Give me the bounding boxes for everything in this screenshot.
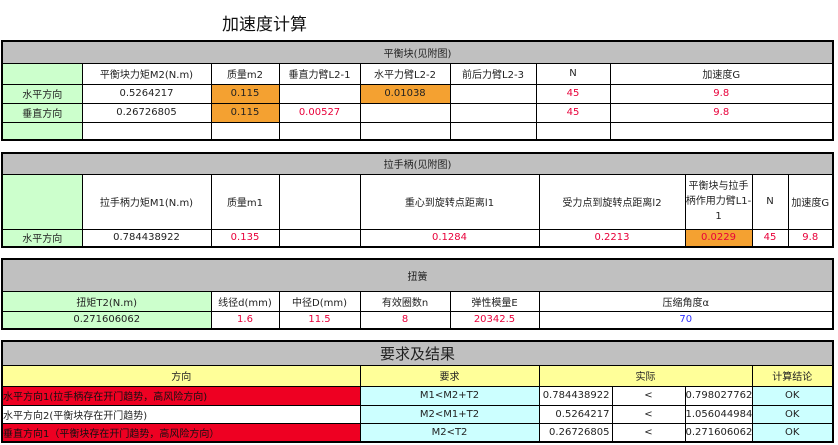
actual-right[interactable]: 0.271606062 (684, 422, 753, 443)
comparison-sign[interactable]: < (611, 385, 686, 406)
header-cell: 质量m2 (210, 62, 280, 85)
cell[interactable] (278, 121, 361, 141)
header-cell: N (535, 62, 611, 85)
actual-left[interactable]: 0.26726805 (538, 422, 613, 443)
cell[interactable]: 0.1284 (359, 228, 540, 248)
requirement-cell[interactable]: M2<T2 (359, 422, 540, 443)
cell[interactable]: 45 (751, 228, 789, 248)
cell[interactable]: 0.00527 (278, 102, 361, 123)
actual-right[interactable]: 0.798027762 (684, 385, 753, 406)
cell[interactable] (609, 121, 834, 141)
cell[interactable]: 9.8 (787, 228, 834, 248)
header-cell: 要求 (359, 364, 540, 387)
header-cell: 重心到旋转点距离l1 (359, 173, 540, 230)
cell[interactable] (449, 121, 537, 141)
section-header: 拉手柄(见附图) (1, 152, 834, 175)
cell[interactable]: 45 (535, 102, 611, 123)
cell[interactable] (449, 102, 537, 123)
balance-block-table: 平衡块(见附图) 平衡块力矩M2(N.m) 质量m2 垂直力臂L2-1 水平力臂… (1, 40, 834, 141)
actual-left[interactable]: 0.5264217 (538, 404, 613, 424)
cell[interactable]: 0.2213 (538, 228, 686, 248)
cell[interactable]: 20342.5 (449, 310, 540, 330)
row-label[interactable]: 水平方向 (1, 83, 83, 104)
requirement-cell[interactable]: M2<M1+T2 (359, 404, 540, 424)
header-cell: 计算结论 (751, 364, 834, 387)
header-cell: 水平力臂L2-2 (359, 62, 451, 85)
cell[interactable] (1, 121, 83, 141)
section-header: 要求及结果 (1, 340, 834, 366)
cell[interactable]: 9.8 (609, 83, 834, 104)
cell[interactable]: 11.5 (278, 310, 361, 330)
results-table: 要求及结果 方向 要求 实际 计算结论 水平方向1(拉手柄存在开门趋势，高风险方… (1, 340, 834, 443)
torsion-spring-table: 扭簧 扭矩T2(N.m) 线径d(mm) 中径D(mm) 有效圈数n 弹性模量E… (1, 258, 834, 330)
cell[interactable]: 45 (535, 83, 611, 104)
cell[interactable]: 1.6 (210, 310, 280, 330)
header-cell (1, 173, 83, 230)
header-cell: 质量m1 (210, 173, 280, 230)
header-cell: 扭矩T2(N.m) (1, 290, 212, 312)
cell[interactable] (278, 83, 361, 104)
header-cell: 弹性模量E (449, 290, 540, 312)
header-cell: 受力点到旋转点距离l2 (538, 173, 686, 230)
header-cell: 中径D(mm) (278, 290, 361, 312)
header-cell: 实际 (538, 364, 753, 387)
header-cell: 有效圈数n (359, 290, 451, 312)
header-cell: 加速度G (787, 173, 834, 230)
cell[interactable]: 0.0229 (684, 228, 753, 248)
header-cell: N (751, 173, 789, 230)
conclusion-cell[interactable]: OK (751, 404, 834, 424)
header-cell: 平衡块与拉手柄作用力臂L1-1 (684, 173, 753, 230)
direction-cell[interactable]: 垂直方向1（平衡块存在开门趋势，高风险方向） (1, 422, 361, 443)
conclusion-cell[interactable]: OK (751, 385, 834, 406)
cell[interactable]: 70 (538, 310, 834, 330)
actual-right[interactable]: 1.056044984 (684, 404, 753, 424)
header-cell (278, 173, 361, 230)
requirement-cell[interactable]: M1<M2+T2 (359, 385, 540, 406)
actual-left[interactable]: 0.784438922 (538, 385, 613, 406)
cell[interactable]: 8 (359, 310, 451, 330)
header-cell: 压缩角度α (538, 290, 834, 312)
row-label[interactable]: 垂直方向 (1, 102, 83, 123)
handle-table: 拉手柄(见附图) 拉手柄力矩M1(N.m) 质量m1 重心到旋转点距离l1 受力… (1, 152, 834, 248)
header-cell (1, 62, 83, 85)
row-label[interactable]: 水平方向 (1, 228, 83, 248)
section-header: 扭簧 (1, 258, 834, 292)
cell[interactable]: 0.01038 (359, 83, 451, 104)
header-cell: 加速度G (609, 62, 834, 85)
direction-cell[interactable]: 水平方向2(平衡块存在开门趋势) (1, 404, 361, 424)
cell[interactable]: 0.26726805 (81, 102, 212, 123)
cell[interactable] (359, 102, 451, 123)
title-text: 加速度计算 (222, 15, 307, 35)
cell[interactable]: 0.115 (210, 83, 280, 104)
direction-cell[interactable]: 水平方向1(拉手柄存在开门趋势，高风险方向) (1, 385, 361, 406)
cell[interactable]: 0.271606062 (1, 310, 212, 330)
comparison-sign[interactable]: < (611, 404, 686, 424)
header-cell: 线径d(mm) (210, 290, 280, 312)
cell[interactable]: 0.5264217 (81, 83, 212, 104)
cell[interactable] (81, 121, 212, 141)
header-cell: 垂直力臂L2-1 (278, 62, 361, 85)
cell[interactable] (278, 228, 361, 248)
conclusion-cell[interactable]: OK (751, 422, 834, 443)
header-cell: 前后力臂L2-3 (449, 62, 537, 85)
cell[interactable] (449, 83, 537, 104)
header-cell: 方向 (1, 364, 361, 387)
section-header: 平衡块(见附图) (1, 40, 834, 64)
cell[interactable]: 0.135 (210, 228, 280, 248)
sheet-title: 加速度计算 (0, 0, 838, 40)
header-cell: 平衡块力矩M2(N.m) (81, 62, 212, 85)
cell[interactable] (210, 121, 280, 141)
comparison-sign[interactable]: < (611, 422, 686, 443)
cell[interactable]: 9.8 (609, 102, 834, 123)
header-cell: 拉手柄力矩M1(N.m) (81, 173, 212, 230)
cell[interactable]: 0.784438922 (81, 228, 212, 248)
cell[interactable] (359, 121, 451, 141)
cell[interactable]: 0.115 (210, 102, 280, 123)
cell[interactable] (535, 121, 611, 141)
